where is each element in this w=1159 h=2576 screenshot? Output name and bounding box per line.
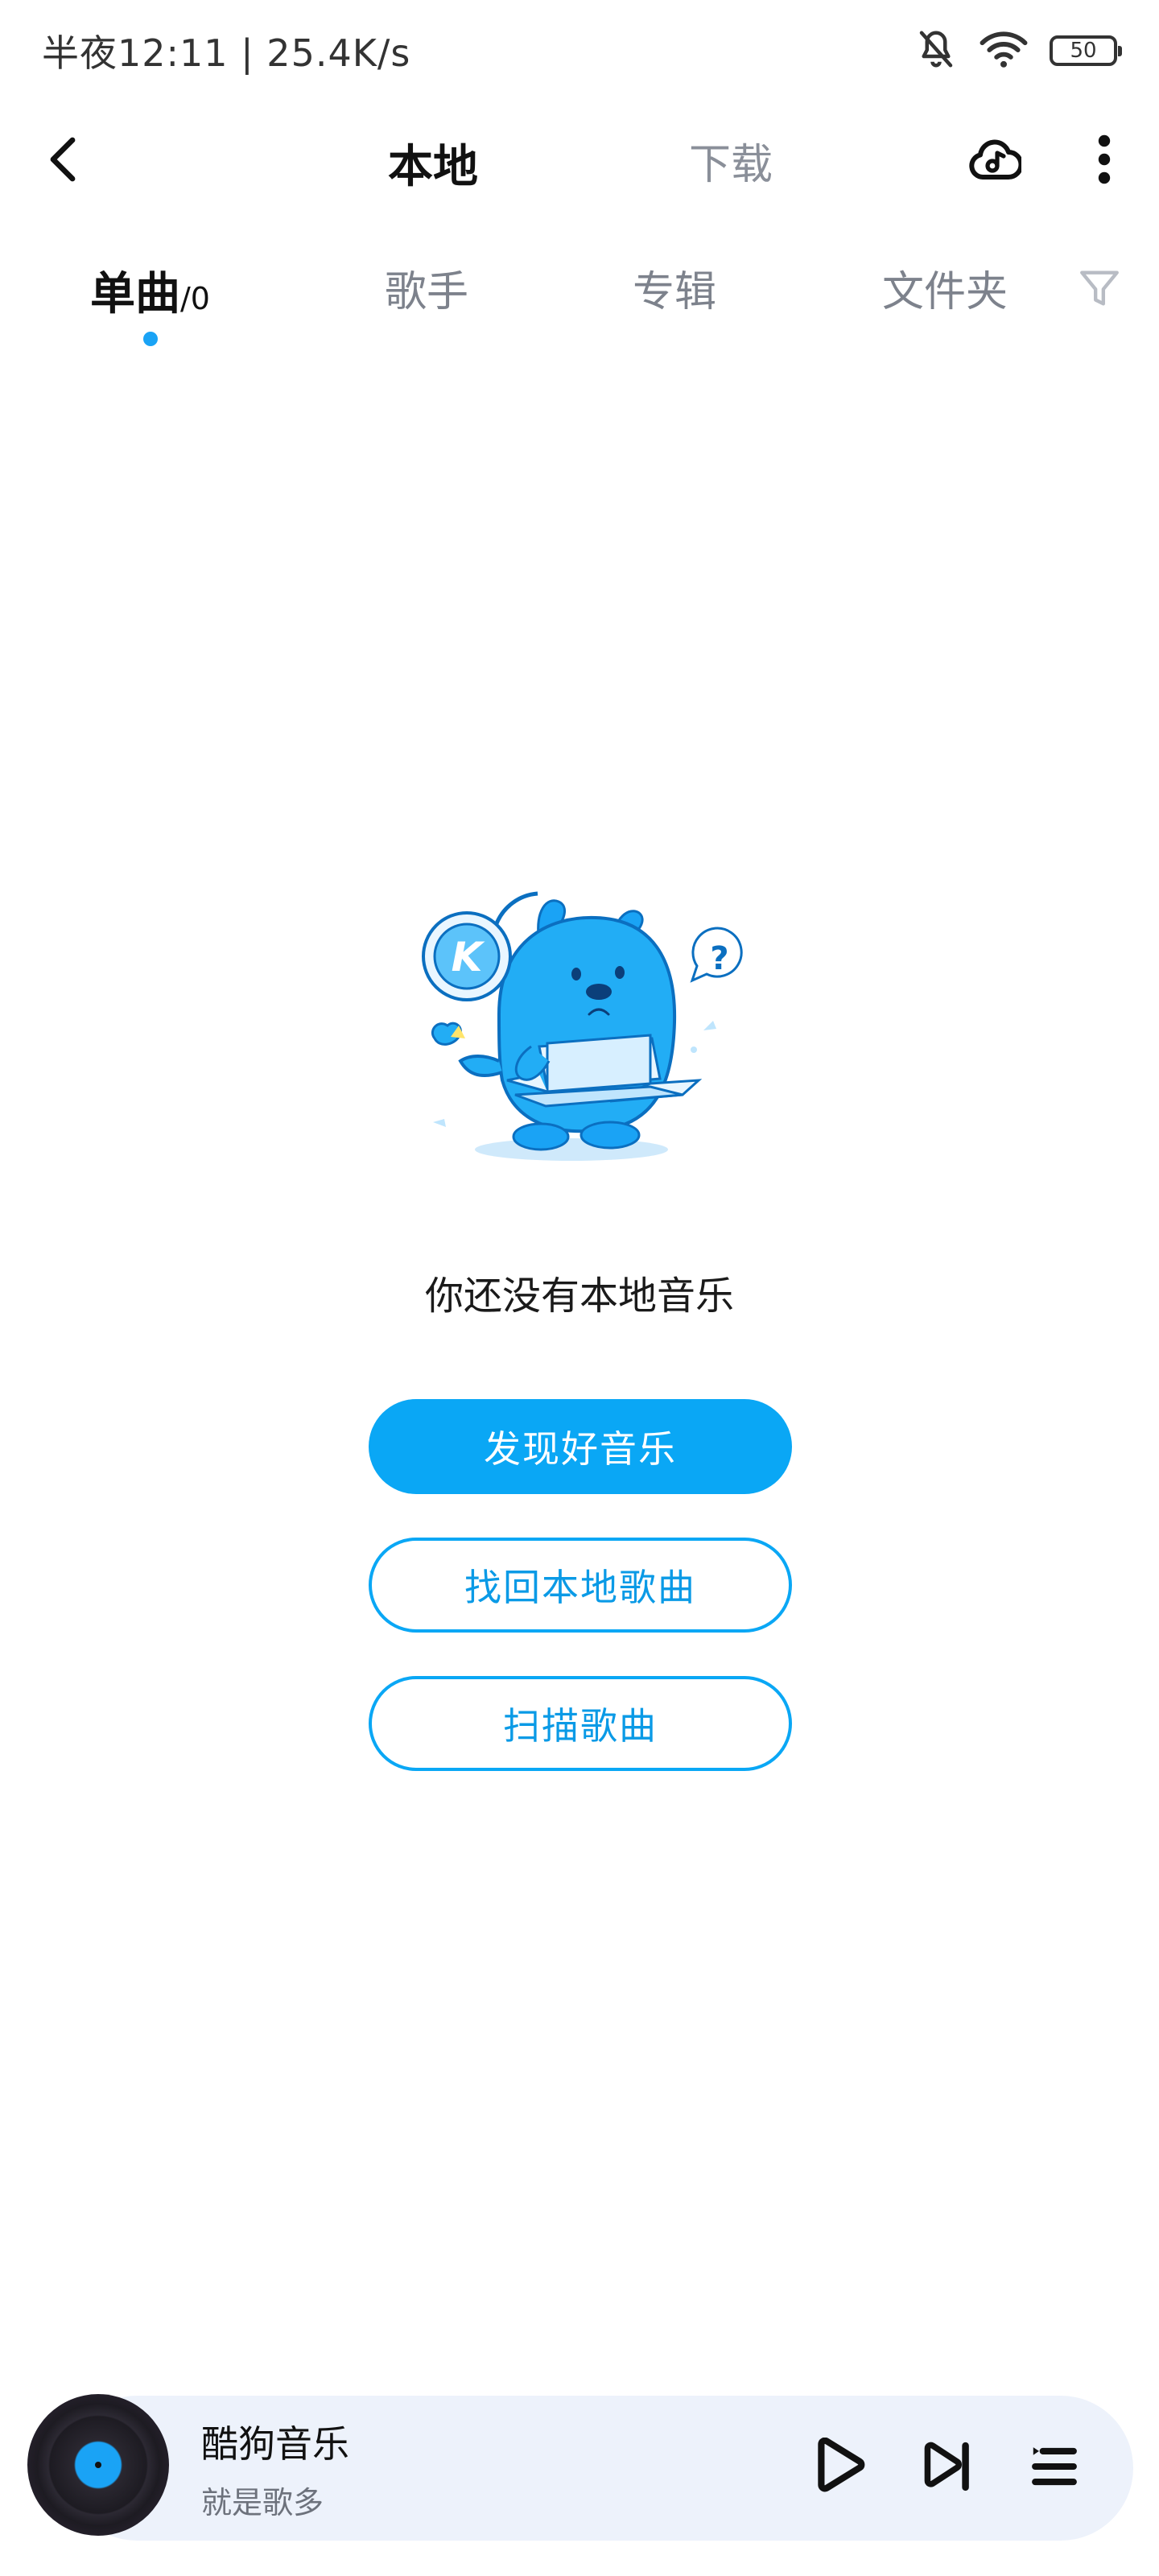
mute-bell-icon xyxy=(914,27,958,74)
header: 本地 下载 xyxy=(0,113,1159,209)
album-disc-icon[interactable] xyxy=(27,2394,169,2536)
next-track-icon xyxy=(920,2440,973,2496)
tab-songs-count: /0 xyxy=(180,281,210,316)
filter-icon xyxy=(1076,265,1123,315)
empty-state-mascot-illustration: K ? xyxy=(402,853,773,1175)
status-time-speed: 半夜12:11 | 25.4K/s xyxy=(42,31,411,75)
tab-albums[interactable]: 专辑 xyxy=(633,258,716,318)
back-icon xyxy=(45,135,84,187)
play-icon xyxy=(811,2437,866,2499)
recover-local-songs-button[interactable]: 找回本地歌曲 xyxy=(369,1538,792,1633)
mascot-question-mark: ? xyxy=(710,940,728,977)
playlist-button[interactable] xyxy=(1016,2429,1093,2507)
tab-local[interactable]: 本地 xyxy=(388,130,478,196)
cloud-music-button[interactable] xyxy=(961,127,1029,195)
empty-state-message: 你还没有本地音乐 xyxy=(424,1274,734,1319)
tab-download[interactable]: 下载 xyxy=(689,130,773,191)
more-vertical-icon xyxy=(1096,134,1112,188)
more-button[interactable] xyxy=(1075,127,1133,195)
tab-songs[interactable]: 单曲/0 xyxy=(90,258,210,323)
filter-button[interactable] xyxy=(1070,261,1128,319)
back-button[interactable] xyxy=(32,129,97,193)
local-music-screen: 半夜12:11 | 25.4K/s 50 本地 下载 单曲/0 歌手 专辑 文件… xyxy=(0,0,1159,2576)
play-button[interactable] xyxy=(800,2429,877,2507)
tab-folders[interactable]: 文件夹 xyxy=(882,258,1008,318)
active-tab-indicator xyxy=(143,332,158,346)
cloud-music-icon xyxy=(968,135,1024,187)
status-icons: 50 xyxy=(914,23,1122,79)
next-track-button[interactable] xyxy=(908,2429,985,2507)
playlist-icon xyxy=(1029,2442,1079,2495)
scan-songs-button[interactable]: 扫描歌曲 xyxy=(369,1676,792,1771)
battery-level: 50 xyxy=(1070,39,1097,63)
player-song-title: 酷狗音乐 xyxy=(201,2422,349,2466)
discover-music-button[interactable]: 发现好音乐 xyxy=(369,1399,792,1494)
player-song-subtitle: 就是歌多 xyxy=(201,2485,324,2520)
battery-icon: 50 xyxy=(1050,35,1122,66)
tab-artists[interactable]: 歌手 xyxy=(385,258,468,318)
wifi-icon xyxy=(979,27,1029,74)
status-bar: 半夜12:11 | 25.4K/s 50 xyxy=(0,0,1159,97)
tab-songs-label: 单曲 xyxy=(90,268,180,320)
sub-tabs: 单曲/0 歌手 专辑 文件夹 xyxy=(0,242,1159,354)
mascot-headphone-letter: K xyxy=(452,934,485,980)
